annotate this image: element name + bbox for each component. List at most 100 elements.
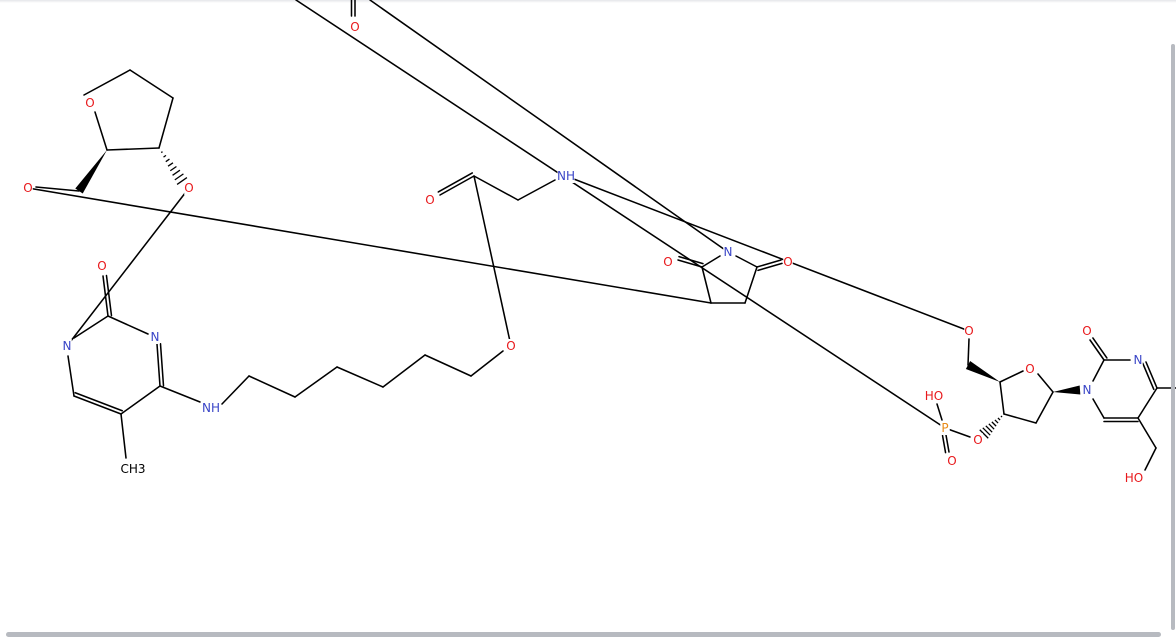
atom-n-ura1: N [1082, 383, 1092, 397]
bond-thf-o-to-pyrimidine-n [66, 187, 190, 347]
hash-line [169, 165, 177, 172]
ch2-bond [1137, 417, 1157, 449]
thf-wedge-bond [75, 150, 107, 194]
hash-line [988, 423, 995, 430]
uracil-ring-bond [1137, 387, 1158, 419]
atom-label: HO [925, 389, 943, 403]
atom-n-pyr3: N [150, 330, 160, 344]
hash-line [991, 421, 997, 427]
pyrimidine-ring-bond [107, 315, 149, 335]
linker-bond [382, 354, 426, 388]
sugar-ring-bond [1037, 373, 1054, 393]
atom-n-pyr1: N [62, 339, 72, 353]
atom-o-imide-l: O [663, 255, 673, 269]
hash-line [163, 154, 167, 158]
linker-bond [424, 354, 472, 377]
pyrimidine-ring-bond [73, 315, 109, 339]
atom-n-ura3: N [1133, 353, 1143, 367]
vertical-scrollbar[interactable] [1171, 44, 1175, 630]
atom-o-sugar-ring: O [1025, 362, 1035, 376]
bond-to-nh [159, 385, 201, 403]
atom-o-left: O [23, 181, 33, 195]
atom-label: HO [1125, 471, 1143, 485]
thf-ring-bond [83, 69, 131, 96]
atom-o-3prime: O [973, 433, 983, 447]
phosphate-oh-bond [936, 403, 943, 421]
imide-carbonyl-right [756, 259, 782, 268]
atom-o-top: O [350, 20, 360, 34]
atom-label: O [783, 255, 792, 269]
amide-to-nh-bond [517, 179, 556, 201]
hash-line [172, 169, 181, 176]
atom-label: O [97, 259, 106, 273]
phosphate-double-bond [941, 434, 947, 454]
imide-carbonyl-left [678, 255, 704, 265]
atom-label: O [1025, 362, 1034, 376]
pyrimidine-ring-bond [156, 343, 161, 387]
atom-o-5prime: O [964, 324, 974, 338]
atom-o-imide-r: O [783, 255, 793, 269]
atom-o-thf-sub: O [184, 181, 194, 195]
pyrimidine-ring-bond [159, 342, 165, 387]
atom-n-imide: N [723, 245, 733, 259]
amide-carbonyl-bond [437, 172, 474, 193]
atom-label: N [724, 245, 733, 259]
sugar-ch2-bond [967, 338, 970, 366]
hash-line [167, 162, 174, 167]
long-bond-to-phosphorus [295, 0, 946, 429]
atom-label: CH3 [120, 462, 145, 476]
atom-label: NH [202, 401, 220, 415]
horizontal-scrollbar[interactable] [6, 632, 1161, 637]
thf-ring-bond [158, 97, 174, 149]
ch2-oh-bond [1144, 447, 1157, 471]
linker-bond [248, 375, 296, 398]
atom-label: O [663, 255, 672, 269]
amide-carbonyl-bond [439, 175, 475, 196]
hash-line [997, 417, 1001, 421]
imide-ring-bond [735, 255, 758, 268]
hash-line [160, 151, 163, 154]
uracil-ring-bond [1092, 359, 1105, 382]
atom-label: P [941, 421, 948, 435]
atom-layer: O O O O O NH N O O O N N O NH CH3 O O O N N HO P O O HO [23, 20, 1143, 485]
pyrimidine-ring-bond [74, 391, 124, 412]
linker-bond [336, 366, 384, 388]
imide-carbonyl-left [677, 259, 703, 268]
long-bond-to-imide [369, 0, 729, 253]
atom-label: N [63, 339, 72, 353]
pyrimidine-ring-bond [120, 385, 161, 415]
bond-nh-to-5prime-o [565, 175, 970, 332]
phosphate-double-bond [945, 434, 950, 453]
atom-label: O [184, 181, 193, 195]
amide-chain-bond [473, 175, 519, 201]
thf-ring-bond [129, 69, 174, 99]
atom-ch3: CH3 [120, 462, 146, 476]
hash-line [174, 173, 184, 181]
atom-o-amide: O [425, 193, 435, 207]
atom-o-phos-dbl: O [947, 454, 957, 468]
atom-label: O [23, 181, 32, 195]
atom-label: N [151, 330, 160, 344]
hash-line [1000, 415, 1003, 418]
atom-label: N [1134, 353, 1143, 367]
linker-bond [470, 350, 504, 377]
hash-line [994, 419, 999, 424]
sugar-ring-bond [1003, 413, 1037, 424]
sugar-wedge-to-ch2 [965, 361, 1000, 382]
atom-oh-ch2: HO [1125, 471, 1143, 485]
atom-o-linker: O [506, 339, 516, 353]
atom-label: O [506, 339, 515, 353]
atom-o-uracil-co: O [1082, 324, 1092, 338]
atom-nh-amide: NH [557, 169, 575, 183]
sugar-wedge-to-n [1053, 385, 1081, 395]
atom-oh-phos: HO [925, 389, 943, 403]
bond-carbonyl-to-linker-o [473, 175, 512, 347]
hash-line [165, 158, 170, 163]
atom-label: NH [557, 169, 575, 183]
molecule-canvas: O O O O O NH N O O O N N O NH CH3 O O O N N HO P O O HO [23, 0, 1176, 485]
thf-hashed-bond [160, 151, 188, 185]
atom-nh-pyr: NH [202, 401, 220, 415]
atom-p: P [940, 421, 950, 435]
atom-label: O [350, 20, 359, 34]
atom-label: O [973, 433, 982, 447]
